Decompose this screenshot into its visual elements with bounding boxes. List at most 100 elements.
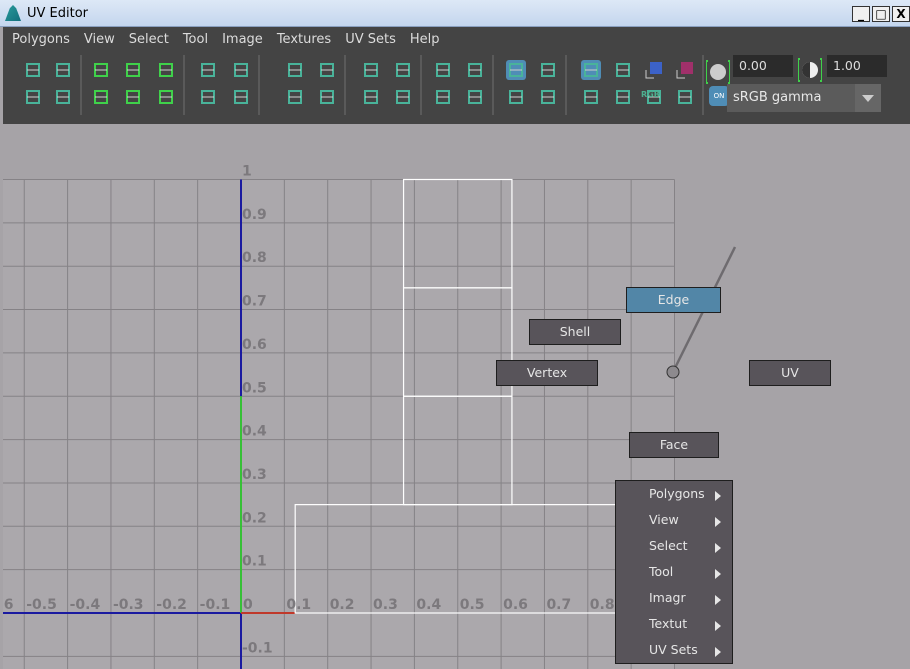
menu-image[interactable]: Image: [222, 32, 263, 47]
menu-tool[interactable]: Tool: [183, 32, 208, 47]
v-tick-label: 1: [242, 164, 252, 180]
marking-menu-uv[interactable]: UV: [749, 360, 831, 386]
v-tick-label: 0.9: [242, 207, 267, 223]
rotate-icon[interactable]: [506, 60, 526, 80]
marking-menu-vertex[interactable]: Vertex: [496, 360, 598, 386]
magnet-icon[interactable]: [644, 60, 664, 80]
transform-icon[interactable]: [23, 87, 43, 107]
context-menu-label: Select: [649, 538, 688, 553]
toolbar-area: Polygons View Select Tool Image Textures…: [3, 27, 910, 124]
u-tick-label: 0.4: [416, 597, 441, 613]
exposure-icon[interactable]: [675, 87, 695, 107]
sew-icon[interactable]: [53, 87, 73, 107]
layout-icon[interactable]: [581, 60, 601, 80]
menu-bar: Polygons View Select Tool Image Textures…: [3, 27, 910, 51]
context-menu-item[interactable]: View: [649, 512, 733, 538]
distribute-icon[interactable]: [506, 87, 526, 107]
menu-polygons[interactable]: Polygons: [12, 32, 70, 47]
u-tick-label: -0.1: [200, 597, 231, 613]
shade-icon[interactable]: [317, 60, 337, 80]
u-tick-label: 0: [243, 597, 253, 613]
u-tick-label: 0.1: [286, 597, 311, 613]
grid-snap-icon[interactable]: [613, 87, 633, 107]
toolbar-separator: [420, 55, 422, 115]
toolbar-separator: [565, 55, 567, 115]
v-tick-label: 0.3: [242, 467, 267, 483]
unfold-icon[interactable]: [465, 60, 485, 80]
context-menu-item[interactable]: Select: [649, 538, 733, 564]
grid-select-icon[interactable]: [361, 87, 381, 107]
submenu-arrow-icon: [715, 517, 721, 527]
v-tick-label: 0.1: [242, 554, 267, 570]
distribute-icon[interactable]: [156, 60, 176, 80]
exposure-icon[interactable]: [361, 60, 381, 80]
marking-menu-shell[interactable]: Shell: [529, 319, 621, 345]
checker-icon[interactable]: [613, 60, 633, 80]
toolbar-separator: [183, 55, 185, 115]
context-menu-item[interactable]: Polygons: [649, 486, 733, 512]
gamma-field[interactable]: 1.00: [827, 55, 887, 77]
maya-logo-icon: [5, 5, 21, 21]
gamma-icon[interactable]: [797, 58, 823, 82]
v-tick-label: 0.6: [242, 337, 267, 353]
u-tick-label: 0.2: [330, 597, 355, 613]
menu-view[interactable]: View: [84, 32, 115, 47]
cut-icon[interactable]: [53, 60, 73, 80]
color-management-toggle[interactable]: ON: [709, 86, 729, 106]
grid-snap-icon[interactable]: [285, 60, 305, 80]
context-menu-item[interactable]: Tool: [649, 564, 733, 590]
rgb-channel-button[interactable]: RGB: [641, 90, 660, 99]
minimize-button[interactable]: _: [852, 6, 870, 22]
snap-icon[interactable]: [198, 60, 218, 80]
v-tick-label: 0.2: [242, 510, 267, 526]
chevron-down-icon[interactable]: [855, 84, 881, 112]
context-menu-label: Textut: [649, 616, 688, 631]
image-display-icon[interactable]: [231, 60, 251, 80]
flip-icon[interactable]: [123, 60, 143, 80]
menu-select[interactable]: Select: [129, 32, 169, 47]
snap-icon[interactable]: [538, 87, 558, 107]
transform-icon[interactable]: [393, 60, 413, 80]
align-icon[interactable]: [156, 87, 176, 107]
maximize-button[interactable]: □: [872, 6, 890, 22]
magnet-icon[interactable]: [285, 87, 305, 107]
grid-select-icon[interactable]: [705, 60, 731, 84]
context-menu: Polygons View Select Tool Imagr Textut UV Sets: [615, 480, 733, 664]
u-tick-label: 0.5: [460, 597, 485, 613]
uv-viewport[interactable]: -0.6 -0.5 -0.4 -0.3 -0.2 -0.1 0 0.1 0.2 0.3 0.4 0.5…: [3, 124, 910, 669]
u-tick-label: -0.5: [26, 597, 57, 613]
sew-icon[interactable]: [433, 60, 453, 80]
u-tick-label: 0.3: [373, 597, 398, 613]
menu-help[interactable]: Help: [410, 32, 440, 47]
flip-icon[interactable]: [465, 87, 485, 107]
u-tick-label: -0.4: [70, 597, 101, 613]
context-menu-item[interactable]: Textut: [649, 616, 733, 642]
context-menu-item[interactable]: UV Sets: [649, 642, 733, 668]
v-tick-label: 0.7: [242, 294, 267, 310]
menu-textures[interactable]: Textures: [277, 32, 331, 47]
align-icon[interactable]: [538, 60, 558, 80]
cut-icon[interactable]: [393, 87, 413, 107]
gradient-icon[interactable]: [675, 60, 695, 80]
rotate-icon[interactable]: [123, 87, 143, 107]
submenu-arrow-icon: [715, 491, 721, 501]
image-display-icon[interactable]: [581, 87, 601, 107]
marking-menu-edge[interactable]: Edge: [626, 287, 721, 313]
unfold-icon[interactable]: [91, 87, 111, 107]
gradient-icon[interactable]: [317, 87, 337, 107]
v-tick-label: 0.5: [242, 380, 267, 396]
move-sew-icon[interactable]: [91, 60, 111, 80]
checker-icon[interactable]: [231, 87, 251, 107]
submenu-arrow-icon: [715, 543, 721, 553]
context-menu-item[interactable]: Imagr: [649, 590, 733, 616]
layout-icon[interactable]: [198, 87, 218, 107]
v-tick-label: -0.1: [242, 640, 273, 656]
color-space-dropdown[interactable]: sRGB gamma: [727, 84, 881, 112]
grid-select-icon[interactable]: [23, 60, 43, 80]
exposure-field[interactable]: 0.00: [733, 55, 793, 77]
marking-menu-face[interactable]: Face: [629, 432, 719, 458]
close-button[interactable]: X: [892, 6, 910, 22]
menu-uv-sets[interactable]: UV Sets: [345, 32, 396, 47]
uv-grid[interactable]: -0.6 -0.5 -0.4 -0.3 -0.2 -0.1 0 0.1 0.2 0.3 0.4 0.5…: [3, 124, 910, 669]
move-sew-icon[interactable]: [433, 87, 453, 107]
